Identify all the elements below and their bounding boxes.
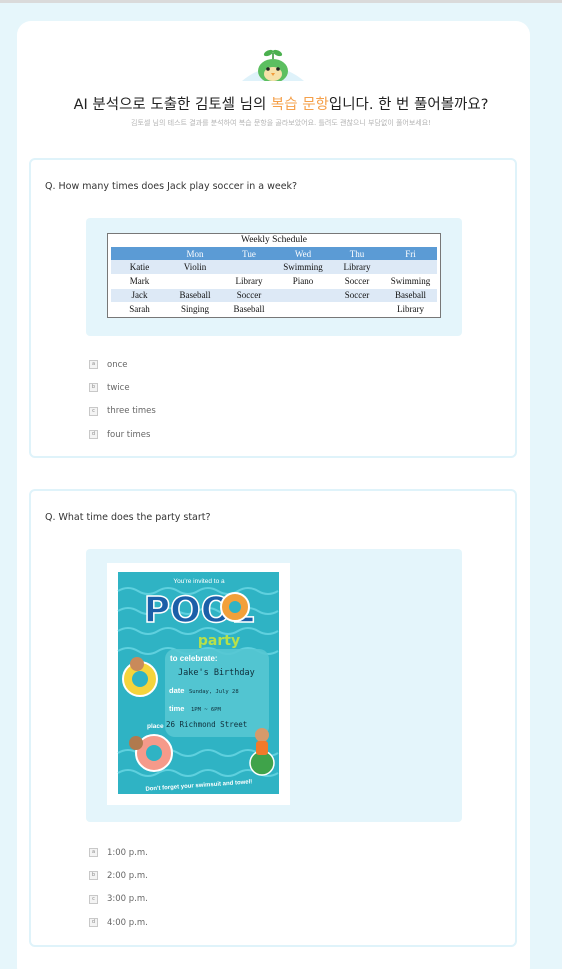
table-row: Sarah Singing Baseball Library bbox=[111, 302, 437, 317]
top-border bbox=[0, 0, 562, 3]
option-label: three times bbox=[107, 406, 156, 417]
option-badge: d bbox=[89, 918, 98, 928]
question-figure: You're invited to a POOL party to celebr… bbox=[86, 549, 462, 822]
col-header: Thu bbox=[330, 247, 384, 260]
col-header: Mon bbox=[168, 247, 222, 260]
question-figure: Weekly Schedule Mon Tue Wed Thu Fri Kati… bbox=[86, 218, 462, 336]
page-subtitle: 김토셀 님의 테스트 결과를 분석하여 복습 문항을 골라보았어요. 틀려도 괜… bbox=[131, 119, 431, 127]
table-cell: Soccer bbox=[330, 288, 384, 303]
table-cell: Baseball bbox=[222, 302, 276, 317]
option-badge: d bbox=[89, 430, 98, 440]
date-label: date bbox=[169, 686, 184, 695]
answer-option-b[interactable]: b twice bbox=[89, 376, 156, 399]
option-label: four times bbox=[107, 429, 151, 440]
question-card-2: Q. What time does the party start? You'r… bbox=[29, 489, 517, 947]
question-card-1: Q. How many times does Jack play soccer … bbox=[29, 158, 517, 458]
table-cell: Soccer bbox=[330, 274, 384, 289]
table-cell: Baseball bbox=[384, 288, 437, 303]
answer-option-d[interactable]: d four times bbox=[89, 423, 156, 446]
table-cell: Mark bbox=[111, 274, 168, 289]
option-label: 3:00 p.m. bbox=[107, 894, 148, 905]
place-label: place bbox=[147, 723, 164, 730]
answer-option-c[interactable]: c 3:00 p.m. bbox=[89, 888, 148, 911]
table-cell: Swimming bbox=[384, 274, 437, 289]
option-badge: a bbox=[89, 360, 98, 370]
table-cell bbox=[222, 260, 276, 275]
celebrate-value: Jake's Birthday bbox=[178, 668, 255, 678]
weekly-schedule-table: Weekly Schedule Mon Tue Wed Thu Fri Kati… bbox=[107, 233, 441, 318]
place-value: 26 Richmond Street bbox=[166, 720, 247, 729]
celebrate-label: to celebrate: bbox=[170, 654, 218, 663]
table-cell: Soccer bbox=[222, 288, 276, 303]
party-title: party bbox=[198, 633, 240, 649]
option-label: 2:00 p.m. bbox=[107, 870, 148, 881]
page-title: AI 분석으로 도출한 김토셀 님의 복습 문항입니다. 한 번 풀어볼까요? bbox=[73, 97, 489, 113]
answer-option-d[interactable]: d 4:00 p.m. bbox=[89, 911, 148, 934]
invited-text: You're invited to a bbox=[173, 578, 225, 585]
table-row: Katie Violin Swimming Library bbox=[111, 260, 437, 275]
table-cell bbox=[384, 260, 437, 275]
table-cell: Katie bbox=[111, 260, 168, 275]
table-cell bbox=[168, 274, 222, 289]
table-cell: Swimming bbox=[276, 260, 330, 275]
option-badge: c bbox=[89, 406, 98, 416]
answer-options: a once b twice c three times d four time… bbox=[89, 353, 156, 446]
answer-option-c[interactable]: c three times bbox=[89, 400, 156, 423]
title-highlight: 복습 문항 bbox=[270, 97, 329, 113]
option-label: 1:00 p.m. bbox=[107, 847, 148, 858]
table-cell: Library bbox=[330, 260, 384, 275]
option-label: 4:00 p.m. bbox=[107, 917, 148, 928]
answer-options: a 1:00 p.m. b 2:00 p.m. c 3:00 p.m. d 4:… bbox=[89, 841, 148, 934]
answer-option-b[interactable]: b 2:00 p.m. bbox=[89, 864, 148, 887]
table-cell: Singing bbox=[168, 302, 222, 317]
table-cell bbox=[330, 302, 384, 317]
col-header: Fri bbox=[384, 247, 437, 260]
time-value: 1PM ~ 6PM bbox=[191, 707, 221, 713]
col-header: Tue bbox=[222, 247, 276, 260]
option-badge: a bbox=[89, 848, 98, 858]
time-label: time bbox=[169, 704, 184, 713]
table-cell: Sarah bbox=[111, 302, 168, 317]
table-cell: Jack bbox=[111, 288, 168, 303]
question-prompt: Q. What time does the party start? bbox=[45, 512, 211, 523]
answer-option-a[interactable]: a 1:00 p.m. bbox=[89, 841, 148, 864]
schedule-title: Weekly Schedule bbox=[241, 235, 307, 245]
table-cell: Violin bbox=[168, 260, 222, 275]
table-cell: Library bbox=[222, 274, 276, 289]
table-row: Jack Baseball Soccer Soccer Baseball bbox=[111, 288, 437, 303]
table-cell: Piano bbox=[276, 274, 330, 289]
option-badge: b bbox=[89, 871, 98, 881]
table-cell: Library bbox=[384, 302, 437, 317]
option-badge: b bbox=[89, 383, 98, 393]
col-header bbox=[111, 247, 168, 260]
date-value: Sunday, July 28 bbox=[189, 689, 239, 695]
col-header: Wed bbox=[276, 247, 330, 260]
sprout-mascot-icon bbox=[242, 49, 304, 81]
table-cell bbox=[276, 288, 330, 303]
answer-option-a[interactable]: a once bbox=[89, 353, 156, 376]
question-prompt: Q. How many times does Jack play soccer … bbox=[45, 181, 298, 192]
option-label: twice bbox=[107, 382, 130, 393]
option-badge: c bbox=[89, 894, 98, 904]
table-row: Mark Library Piano Soccer Swimming bbox=[111, 274, 437, 289]
table-cell bbox=[276, 302, 330, 317]
option-label: once bbox=[107, 359, 128, 370]
table-cell: Baseball bbox=[168, 288, 222, 303]
pool-party-invitation: You're invited to a POOL party to celebr… bbox=[107, 563, 290, 805]
